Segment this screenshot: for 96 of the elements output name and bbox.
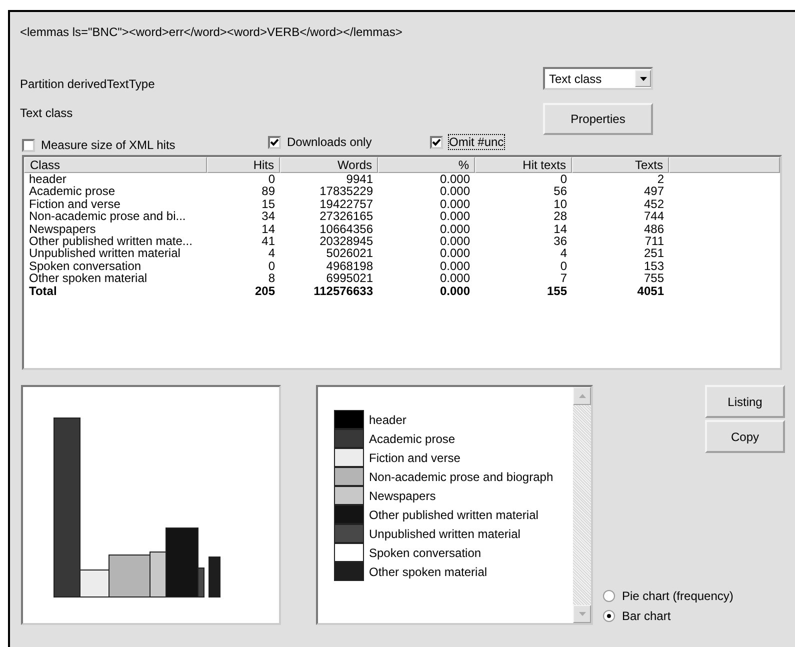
table-cell-text: 19422757 bbox=[318, 198, 374, 210]
column-header[interactable]: Words bbox=[280, 157, 378, 173]
partition-label: Partition derivedTextType bbox=[20, 77, 156, 91]
table-cell-text: 4051 bbox=[636, 284, 665, 297]
table-cell-text: 56 bbox=[552, 185, 568, 198]
table-cell-text: 0.000 bbox=[438, 272, 471, 285]
table-cell-text: 0.000 bbox=[438, 173, 471, 186]
legend-label: Newspapers bbox=[369, 488, 436, 502]
scroll-up-icon[interactable] bbox=[573, 387, 591, 405]
checkbox-label[interactable]: Omit #unc bbox=[449, 135, 504, 149]
table-cell-text: 486 bbox=[642, 222, 665, 235]
table-cell-text: Non-academic prose and bi... bbox=[28, 210, 187, 223]
table-cell-text: Fiction and verse bbox=[28, 198, 122, 210]
table-cell-text: Newspapers bbox=[28, 222, 97, 235]
legend-label: Spoken conversation bbox=[369, 546, 482, 560]
table-cell-text: 5026021 bbox=[325, 247, 374, 260]
table-cell-text: header bbox=[28, 173, 68, 186]
table-cell-text: 14 bbox=[552, 222, 568, 235]
table-cell-text: 0 bbox=[267, 260, 276, 272]
table-cell-text: 89 bbox=[260, 185, 276, 198]
table-cell-text: 27326165 bbox=[318, 210, 374, 223]
table-cell-text: Unpublished written material bbox=[28, 247, 182, 260]
radio-button[interactable] bbox=[603, 590, 615, 602]
table-cell-text: 0.000 bbox=[438, 222, 471, 235]
table-cell-text: 9941 bbox=[345, 173, 374, 186]
legend-label: Non-academic prose and biograph bbox=[369, 470, 554, 484]
table-cell-text: 0.000 bbox=[438, 284, 471, 297]
partition-value: Text class bbox=[20, 106, 74, 120]
scrollbar[interactable] bbox=[573, 387, 591, 623]
table-cell-text: Other spoken material bbox=[28, 272, 148, 285]
checkbox-label[interactable]: Downloads only bbox=[287, 135, 372, 149]
table-cell-text: 4 bbox=[267, 247, 276, 260]
radio-option[interactable]: Pie chart (frequency) bbox=[603, 589, 785, 603]
table-cell-text: 15 bbox=[260, 198, 276, 210]
query-text: <lemmas ls="BNC"><word>err</word><word>VERB</word></lemmas> bbox=[20, 25, 404, 41]
table-cell-text: 711 bbox=[644, 234, 665, 248]
table-cell-text: 17835229 bbox=[318, 185, 374, 198]
column-header[interactable]: Hits bbox=[207, 157, 280, 173]
table-cell-text: Other published written mate... bbox=[28, 234, 194, 248]
table-cell-text: 0.000 bbox=[438, 260, 471, 272]
table-cell-text: 28 bbox=[552, 210, 568, 223]
table-cell-text: 744 bbox=[642, 210, 665, 223]
partition-dropdown[interactable]: Text class bbox=[543, 67, 653, 90]
table-cell-text: 10664356 bbox=[318, 222, 374, 235]
table-cell-text: 0.000 bbox=[438, 234, 471, 248]
table-cell-text: Spoken conversation bbox=[28, 260, 142, 272]
table-cell-text: 7 bbox=[559, 272, 568, 285]
table-cell-text: 0.000 bbox=[438, 185, 471, 198]
table-cell-text: 20328945 bbox=[318, 234, 374, 248]
table-cell-text: 4 bbox=[559, 247, 568, 260]
table-cell-text: 34 bbox=[260, 210, 276, 223]
table-cell-text: 8 bbox=[267, 272, 276, 285]
table-cell-text: 41 bbox=[260, 234, 276, 248]
radio-option[interactable]: Bar chart bbox=[603, 609, 785, 623]
table-cell-text: 36 bbox=[552, 234, 568, 248]
action-button[interactable]: Listing bbox=[705, 385, 785, 418]
table-cell-text: 755 bbox=[642, 272, 665, 285]
table-cell-text: Total bbox=[28, 284, 58, 297]
checkbox[interactable] bbox=[22, 138, 35, 152]
table-cell-text: 0.000 bbox=[438, 198, 471, 210]
table-cell-text: 155 bbox=[546, 284, 568, 297]
checkbox[interactable] bbox=[430, 136, 443, 148]
table-cell-text: 452 bbox=[642, 198, 665, 210]
legend-label: header bbox=[369, 412, 406, 426]
table-cell-text: 0.000 bbox=[438, 210, 471, 223]
column-header[interactable]: Hit texts bbox=[475, 157, 572, 173]
table-cell-text: 0 bbox=[559, 260, 568, 272]
action-button[interactable]: Copy bbox=[705, 420, 785, 453]
legend-label: Unpublished written material bbox=[369, 526, 520, 540]
properties-button[interactable]: Properties bbox=[543, 103, 653, 135]
table-cell-text: 497 bbox=[642, 185, 665, 198]
column-header[interactable]: Texts bbox=[572, 157, 669, 173]
legend-label: Fiction and verse bbox=[369, 450, 460, 464]
checkbox-label[interactable]: Measure size of XML hits bbox=[41, 138, 176, 152]
table-cell-text: 153 bbox=[642, 260, 665, 272]
legend-label: Other spoken material bbox=[369, 564, 488, 578]
table-cell-text: Academic prose bbox=[28, 185, 116, 198]
radio-button[interactable] bbox=[603, 610, 615, 622]
chart-bar bbox=[208, 556, 220, 598]
table-cell-text: 10 bbox=[552, 198, 568, 210]
table-cell-text: 112576633 bbox=[312, 284, 374, 297]
table-cell-text: 6995021 bbox=[325, 272, 374, 285]
table-cell-text: 4968198 bbox=[325, 260, 374, 272]
table-cell-text: 2 bbox=[656, 173, 665, 186]
table-cell-text: 0.000 bbox=[438, 247, 471, 260]
scroll-down-icon[interactable] bbox=[573, 605, 591, 623]
checkbox[interactable] bbox=[268, 136, 281, 148]
column-header[interactable]: % bbox=[378, 157, 475, 173]
table-cell-text: 0 bbox=[267, 173, 276, 186]
legend-label: Other published written material bbox=[369, 508, 538, 522]
table-cell-text: 14 bbox=[260, 222, 276, 235]
table-cell-text: 0 bbox=[559, 173, 568, 186]
column-header[interactable]: Class bbox=[24, 157, 207, 173]
legend-label: Academic prose bbox=[369, 432, 456, 446]
table-cell-text: 251 bbox=[642, 247, 665, 260]
table-cell-text: 205 bbox=[254, 284, 276, 297]
